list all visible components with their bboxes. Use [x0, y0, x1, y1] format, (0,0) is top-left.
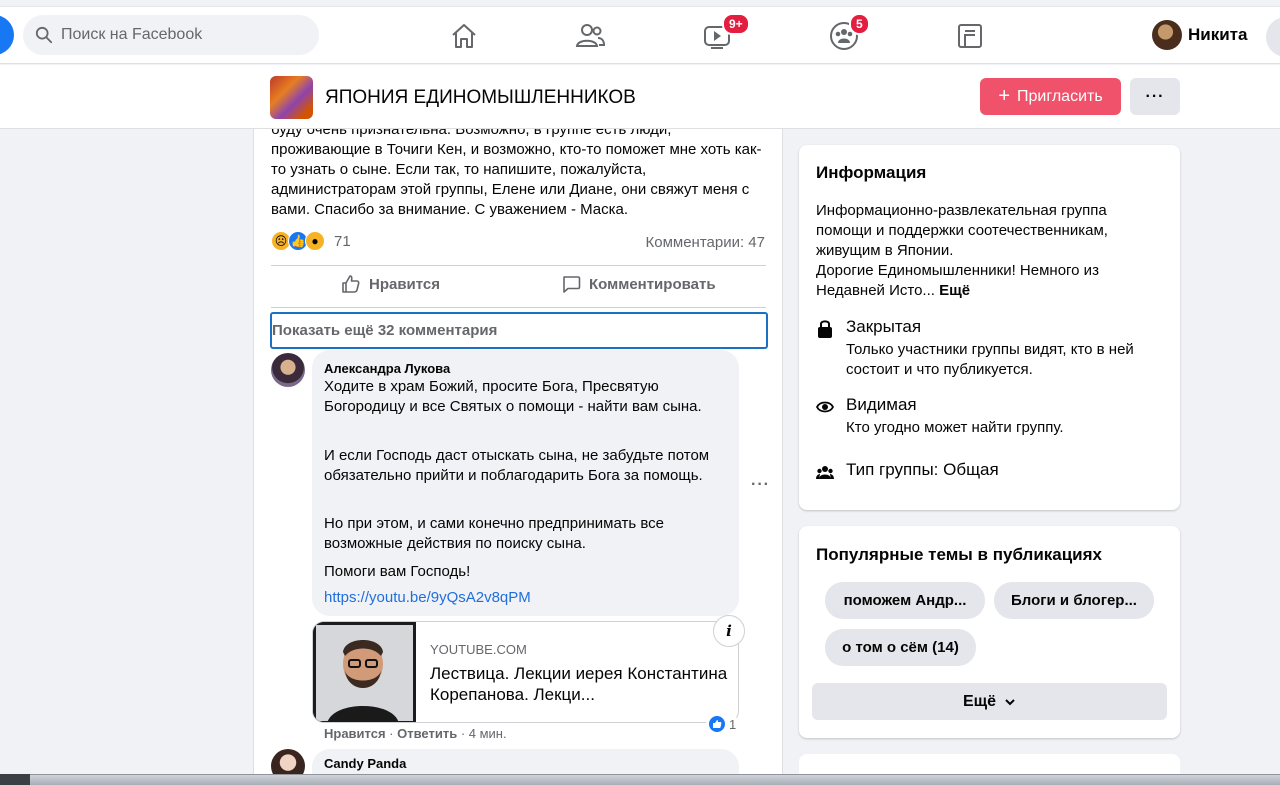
comment-paragraph: И если Господь даст отыскать сына, не за…	[324, 447, 710, 484]
profile-name: Никита	[1188, 25, 1248, 44]
chevron-down-icon	[1005, 698, 1015, 705]
privacy-title: Закрытая	[846, 317, 922, 336]
invite-label: Пригласить	[1017, 87, 1103, 105]
friends-icon	[575, 24, 606, 47]
topics-title: Популярные темы в публикациях	[816, 545, 1103, 564]
link-title: Лествица. Лекции иерея Константина Кореп…	[430, 664, 728, 704]
comment-link[interactable]: https://youtu.be/9yQsA2v8qPM	[324, 589, 531, 606]
gaming-icon	[958, 24, 982, 48]
search-box[interactable]	[23, 15, 319, 55]
group-info-card: Информация Информационно-развлекательная…	[799, 145, 1180, 510]
post-card: буду очень признательна. Возможно, в гру…	[253, 129, 783, 775]
profile-link[interactable]: Никита	[1152, 20, 1247, 50]
taskbar-start	[0, 774, 30, 785]
divider	[271, 265, 766, 266]
top-navbar: 9+ 5 Никита	[0, 6, 1280, 64]
link-preview-card[interactable]: YOUTUBE.COM Лествица. Лекции иерея Конст…	[312, 621, 739, 723]
divider	[271, 307, 766, 308]
visibility-description: Кто угодно может найти группу.	[846, 419, 1064, 436]
comment-likes-count: 1	[729, 716, 737, 732]
facebook-logo-icon[interactable]	[0, 15, 14, 55]
link-domain: YOUTUBE.COM	[430, 642, 527, 657]
comment-likes[interactable]: 1	[706, 715, 740, 733]
nav-watch[interactable]: 9+	[702, 13, 750, 51]
like-button[interactable]: Нравится	[341, 274, 440, 294]
reactions-summary[interactable]: ☹ 👍 ● 71	[271, 231, 351, 251]
group-header: ЯПОНИЯ ЕДИНОМЫШЛЕННИКОВ + Пригласить ···	[0, 65, 1280, 129]
like-label: Нравится	[369, 275, 441, 293]
info-description-text: Информационно-развлекательная группа пом…	[816, 202, 1108, 259]
comment-reply-link[interactable]: Ответить	[397, 726, 457, 741]
comment-time[interactable]: 4 мин.	[469, 726, 507, 741]
comment-bubble: Александра Лукова Ходите в храм Божий, п…	[312, 350, 739, 616]
nav-gaming[interactable]	[955, 21, 985, 51]
comment-like-link[interactable]: Нравится	[324, 726, 386, 741]
topic-chip[interactable]: Блоги и блогер...	[994, 582, 1154, 619]
comment-author[interactable]: Александра Лукова	[324, 361, 450, 376]
comment-author[interactable]: Candy Panda	[324, 756, 406, 771]
lock-icon	[818, 320, 832, 338]
comment-paragraph: Но при этом, и сами конечно предпринимат…	[324, 515, 664, 552]
comment-author-avatar[interactable]	[271, 749, 305, 775]
wow-reaction-icon: ●	[305, 231, 325, 251]
invite-button[interactable]: + Пригласить	[980, 78, 1121, 115]
info-icon[interactable]: i	[713, 615, 745, 647]
os-taskbar	[0, 774, 1280, 785]
comment-actions: Нравится · Ответить · 4 мин.	[324, 726, 507, 741]
comment-icon	[563, 276, 581, 293]
people-icon	[816, 466, 834, 479]
like-reaction-icon	[709, 716, 725, 732]
comment-paragraph: Ходите в храм Божий, просите Бога, Пресв…	[324, 378, 702, 415]
video-thumbnail	[313, 622, 416, 722]
eye-icon	[816, 401, 834, 413]
group-more-button[interactable]: ···	[1130, 78, 1180, 115]
privacy-row: Закрытая Только участники группы видят, …	[816, 317, 1136, 380]
reactions-count: 71	[334, 232, 351, 250]
privacy-description: Только участники группы видят, кто в ней…	[846, 341, 1134, 378]
info-more-link[interactable]: Ещё	[939, 282, 970, 299]
nav-friends[interactable]	[575, 21, 606, 51]
priest-photo-icon	[313, 622, 416, 722]
separator: ·	[385, 726, 398, 741]
comments-count[interactable]: Комментарии: 47	[646, 234, 766, 251]
comment-options-button[interactable]: ···	[751, 476, 770, 494]
thumbs-up-icon	[342, 275, 360, 293]
info-title: Информация	[816, 163, 927, 182]
show-more-comments-button[interactable]: Показать ещё 32 комментария	[270, 312, 768, 349]
post-text: буду очень признательна. Возможно, в гру…	[271, 129, 762, 218]
watch-badge: 9+	[722, 13, 750, 35]
topic-chip[interactable]: поможем Андр...	[825, 582, 985, 619]
comment-bubble: Candy Panda	[312, 749, 739, 775]
nav-home[interactable]	[449, 21, 479, 51]
topic-chip[interactable]: о том о сём (14)	[825, 629, 976, 666]
comment-paragraph: Помоги вам Господь!	[324, 563, 471, 580]
menu-button[interactable]	[1266, 17, 1280, 57]
group-type: Тип группы: Общая	[846, 460, 999, 479]
search-input[interactable]	[61, 26, 301, 44]
avatar	[1152, 20, 1182, 50]
nav-groups[interactable]: 5	[829, 13, 870, 51]
popular-topics-card: Популярные темы в публикациях поможем Ан…	[799, 526, 1180, 738]
comment-button[interactable]: Комментировать	[561, 274, 716, 294]
topics-more-label: Ещё	[962, 692, 997, 710]
group-type-row: Тип группы: Общая	[816, 460, 999, 482]
search-icon	[35, 26, 53, 44]
home-icon	[452, 24, 476, 48]
group-title[interactable]: ЯПОНИЯ ЕДИНОМЫШЛЕННИКОВ	[325, 87, 636, 109]
topics-more-button[interactable]: Ещё	[812, 683, 1167, 720]
group-thumbnail[interactable]	[270, 76, 313, 119]
separator: ·	[457, 726, 469, 741]
visibility-title: Видимая	[846, 395, 917, 414]
comment-author-avatar[interactable]	[271, 353, 305, 387]
plus-icon: +	[998, 85, 1011, 107]
groups-badge: 5	[849, 13, 870, 35]
info-description: Информационно-развлекательная группа пом…	[816, 201, 1156, 301]
comment-label: Комментировать	[589, 275, 716, 293]
visibility-row: Видимая Кто угодно может найти группу.	[816, 395, 1136, 438]
